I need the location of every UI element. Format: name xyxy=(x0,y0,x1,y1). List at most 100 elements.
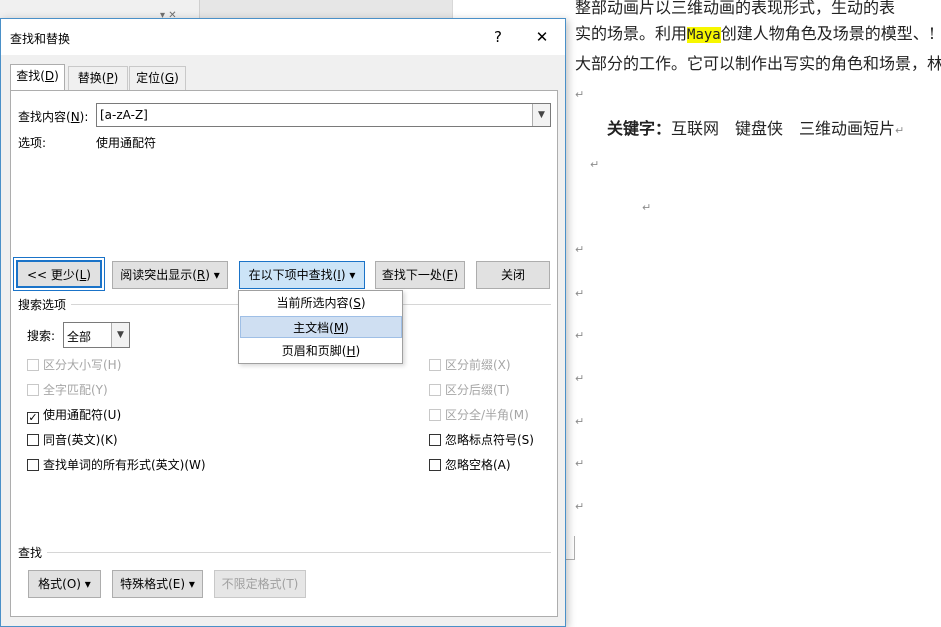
find-section-title: 查找 xyxy=(18,546,43,560)
close-icon[interactable]: ✕ xyxy=(527,24,557,50)
search-direction-label: 搜索: xyxy=(27,327,55,344)
paragraph-mark: ↵ xyxy=(575,415,585,428)
doc-line-3: 大部分的工作。它可以制作出写实的角色和场景，林 xyxy=(575,54,941,73)
chevron-down-icon[interactable]: ▼ xyxy=(532,104,550,126)
sounds-like-label: 同音(英文)(K) xyxy=(43,433,118,447)
doc-line-2: 实的场景。利用Maya创建人物角色及场景的模型、! xyxy=(575,20,935,44)
tab-goto-key: G xyxy=(164,71,175,85)
match-suffix-label: 区分后缀(T) xyxy=(445,383,510,397)
checkbox-box xyxy=(429,434,441,446)
chevron-down-icon[interactable]: ▼ xyxy=(111,323,129,347)
menu-item-label: 当前所选内容( xyxy=(276,296,354,310)
match-case-checkbox[interactable]: 区分大小写(H) xyxy=(27,356,121,373)
format-button[interactable]: 格式(O) ▾ xyxy=(28,570,101,598)
paragraph-mark: ↵ xyxy=(575,457,585,470)
tab-find[interactable]: 查找(D) xyxy=(10,64,65,90)
match-case-label: 区分大小写(H) xyxy=(43,358,122,372)
search-options-title: 搜索选项 xyxy=(18,298,67,312)
help-button[interactable]: ? xyxy=(483,24,513,50)
search-direction-value: 全部 xyxy=(67,330,92,344)
paragraph-mark: ↵ xyxy=(575,88,585,101)
reading-highlight-end: ) ▾ xyxy=(205,268,220,282)
tab-goto-label: 定位( xyxy=(136,71,165,85)
menu-item-label: 页眉和页脚( xyxy=(281,344,347,358)
ignore-punctuation-label: 忽略标点符号(S) xyxy=(445,433,534,447)
find-what-value: [a-zA-Z] xyxy=(100,108,148,122)
match-prefix-label: 区分前缀(X) xyxy=(445,358,511,372)
find-next-end: ) xyxy=(453,268,459,282)
reading-highlight-button[interactable]: 阅读突出显示(R) ▾ xyxy=(112,261,228,289)
menu-item-end: ) xyxy=(355,344,361,358)
find-next-button[interactable]: 查找下一处(F) xyxy=(375,261,465,289)
checkbox-box xyxy=(429,459,441,471)
menu-item-end: ) xyxy=(360,296,366,310)
special-format-button[interactable]: 特殊格式(E) ▾ xyxy=(112,570,203,598)
close-button[interactable]: 关闭 xyxy=(476,261,550,289)
checkbox-box xyxy=(27,459,39,471)
reading-highlight-label: 阅读突出显示( xyxy=(120,268,197,282)
paragraph-mark: ↵ xyxy=(575,329,585,342)
menu-item-key: S xyxy=(353,296,361,310)
find-label-key: N xyxy=(70,110,80,124)
reading-highlight-key: R xyxy=(196,268,206,282)
doc-line-1: 整部动画片以三维动画的表现形式，生动的表 xyxy=(575,0,896,17)
ignore-punctuation-checkbox[interactable]: 忽略标点符号(S) xyxy=(429,431,534,448)
menu-item-end: ) xyxy=(344,321,349,335)
find-what-label: 查找内容(N): xyxy=(18,108,88,125)
menu-item-label: 主文档( xyxy=(293,321,334,335)
tab-replace[interactable]: 替换(P) xyxy=(68,66,128,90)
checkbox-box xyxy=(27,384,39,396)
tab-replace-key: P xyxy=(106,71,114,85)
paragraph-mark: ↵ xyxy=(642,201,652,214)
paragraph-mark: ↵ xyxy=(575,287,585,300)
tab-replace-label: 替换( xyxy=(77,71,107,85)
find-label-end: ): xyxy=(79,110,89,124)
paragraph-mark: ↵ xyxy=(575,372,585,385)
menu-item-key: H xyxy=(346,344,356,358)
checkbox-box xyxy=(27,434,39,446)
menu-item-current-selection[interactable]: 当前所选内容(S) xyxy=(240,292,402,314)
divider xyxy=(47,552,551,553)
all-word-forms-label: 查找单词的所有形式(英文)(W) xyxy=(43,458,206,472)
menu-item-headers-footers[interactable]: 页眉和页脚(H) xyxy=(240,340,402,362)
tab-find-label: 查找( xyxy=(16,69,45,83)
no-formatting-button: 不限定格式(T) xyxy=(214,570,306,598)
menu-item-main-document[interactable]: 主文档(M) xyxy=(240,316,402,338)
paragraph-mark: ↵ xyxy=(575,243,585,256)
tab-find-end: ) xyxy=(54,69,59,83)
options-value: 使用通配符 xyxy=(96,136,157,150)
menu-item-key: M xyxy=(333,321,345,335)
match-prefix-checkbox[interactable]: 区分前缀(X) xyxy=(429,356,511,373)
keywords-line: 关键字：互联网 键盘侠 三维动画短片↵ xyxy=(607,115,904,139)
find-next-label: 查找下一处( xyxy=(381,268,447,282)
keywords-text: 互联网 键盘侠 三维动画短片 xyxy=(671,119,896,138)
checkmark-icon: ✓ xyxy=(27,411,39,424)
match-width-checkbox[interactable]: 区分全/半角(M) xyxy=(429,406,529,423)
search-direction-select[interactable]: 全部 ▼ xyxy=(63,322,130,348)
search-highlight: Maya xyxy=(687,27,721,43)
checkbox-box xyxy=(429,409,441,421)
find-in-button[interactable]: 在以下项中查找(I) ▾ xyxy=(239,261,365,289)
tab-replace-end: ) xyxy=(113,71,119,85)
doc-line-2-before: 实的场景。利用 xyxy=(575,24,688,43)
find-what-input[interactable]: [a-zA-Z] ▼ xyxy=(96,103,551,127)
match-width-label: 区分全/半角(M) xyxy=(445,408,529,422)
tab-goto-end: ) xyxy=(174,71,179,85)
ignore-whitespace-checkbox[interactable]: 忽略空格(A) xyxy=(429,456,511,473)
less-button[interactable]: << 更少(L) xyxy=(13,257,105,291)
all-word-forms-checkbox[interactable]: 查找单词的所有形式(英文)(W) xyxy=(27,456,206,473)
use-wildcards-checkbox[interactable]: ✓ 使用通配符(U) xyxy=(27,406,121,424)
whole-word-checkbox[interactable]: 全字匹配(Y) xyxy=(27,381,108,398)
find-label-text: 查找内容( xyxy=(18,110,71,124)
paragraph-mark: ↵ xyxy=(575,500,585,513)
dialog-titlebar[interactable]: 查找和替换 ? ✕ xyxy=(1,19,565,55)
less-end: ) xyxy=(86,268,91,282)
tab-goto[interactable]: 定位(G) xyxy=(129,66,186,90)
paragraph-mark: ↵ xyxy=(895,124,905,137)
checkbox-box xyxy=(27,359,39,371)
ignore-whitespace-label: 忽略空格(A) xyxy=(445,458,511,472)
find-in-label: 在以下项中查找( xyxy=(248,268,338,282)
sounds-like-checkbox[interactable]: 同音(英文)(K) xyxy=(27,431,118,448)
match-suffix-checkbox[interactable]: 区分后缀(T) xyxy=(429,381,510,398)
doc-line-2-after: 创建人物角色及场景的模型、! xyxy=(720,24,936,43)
